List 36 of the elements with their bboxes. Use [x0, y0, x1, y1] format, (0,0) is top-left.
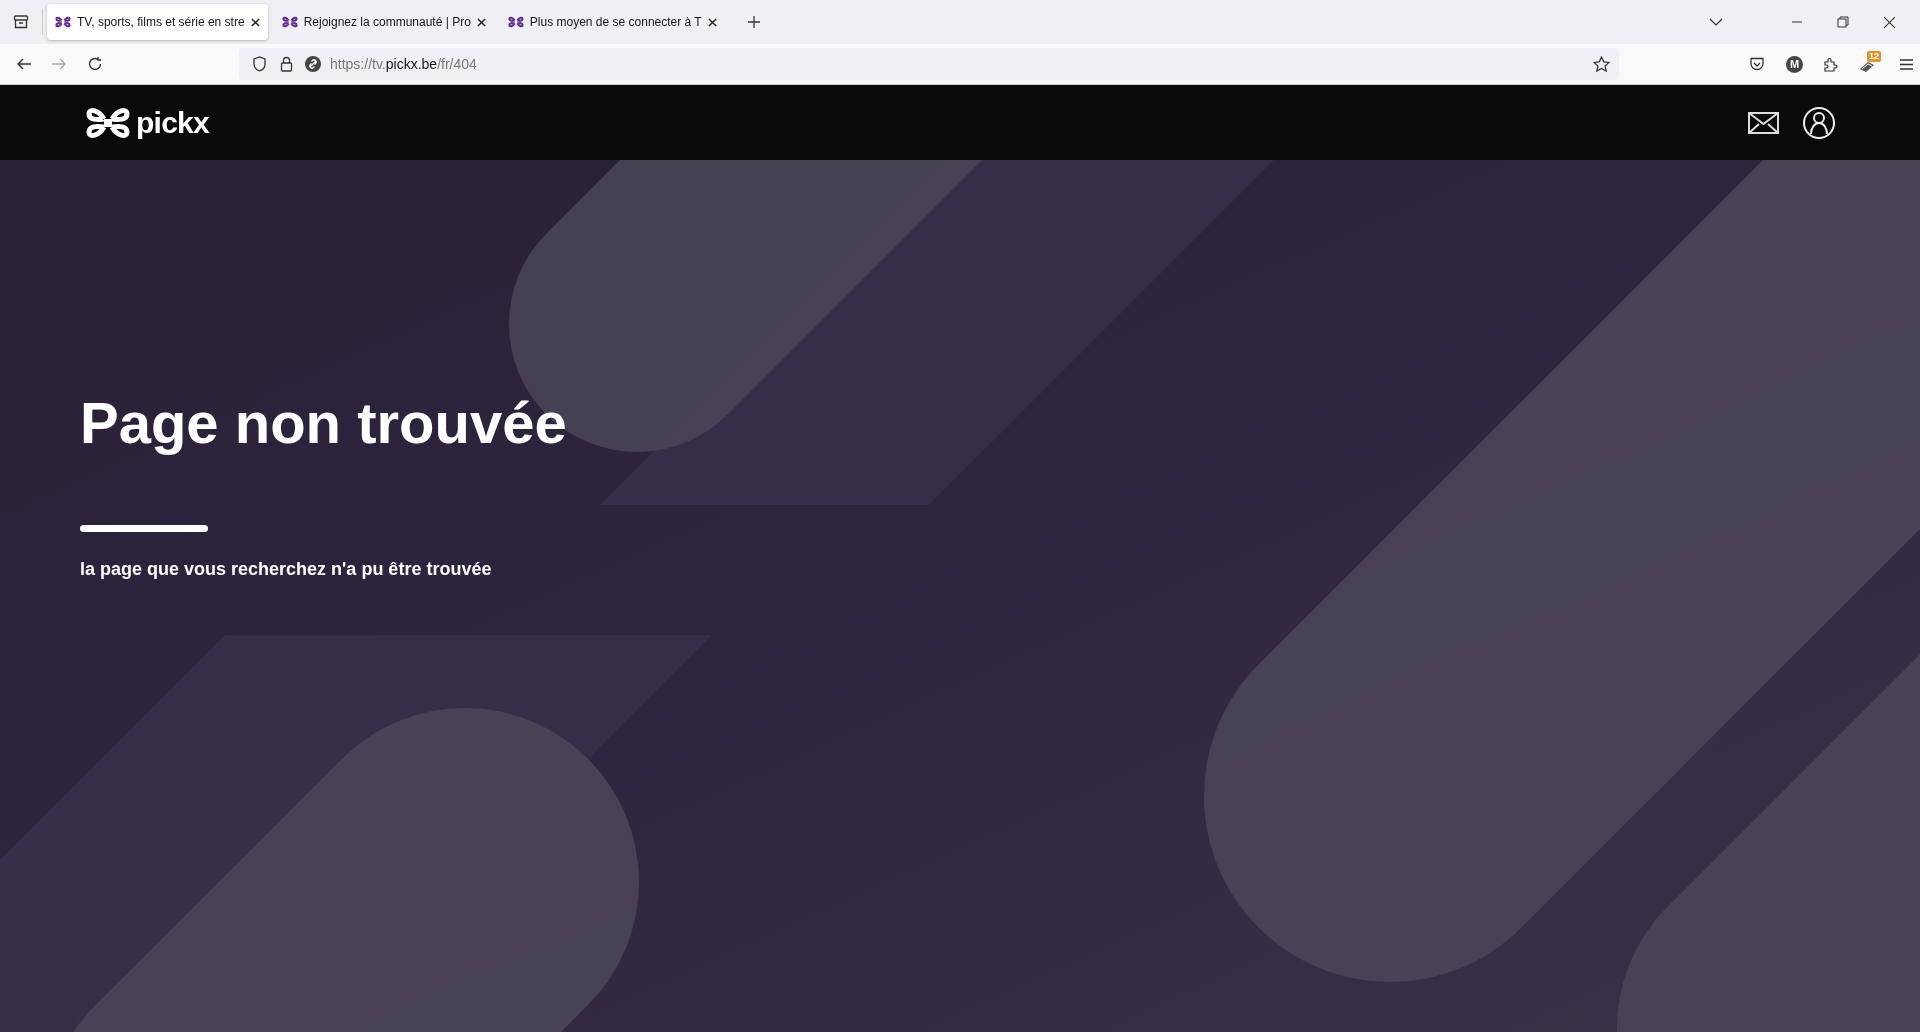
- page-title: Page non trouvée: [80, 391, 568, 455]
- close-icon[interactable]: [1883, 15, 1896, 29]
- reload-icon[interactable]: [87, 56, 103, 72]
- notification-badge: 12: [1867, 51, 1881, 62]
- back-arrow-icon[interactable]: [16, 56, 32, 72]
- close-tab-icon[interactable]: [476, 17, 486, 27]
- menu-icon[interactable]: [1899, 57, 1914, 71]
- bookmark-star-icon[interactable]: [1593, 55, 1610, 73]
- address-bar[interactable]: https://tv.pickx.be/fr/404: [239, 48, 1619, 80]
- tab-title: TV, sports, films et série en stre: [77, 14, 245, 31]
- tab-favicon-icon: [281, 14, 298, 30]
- tab-favicon-icon: [507, 14, 524, 30]
- browser-tab[interactable]: Plus moyen de se connecter à T: [499, 4, 725, 40]
- lock-icon[interactable]: [280, 56, 293, 72]
- pocket-icon[interactable]: [1749, 56, 1765, 72]
- user-profile-icon[interactable]: [1803, 106, 1835, 139]
- new-tab-icon[interactable]: [746, 15, 761, 29]
- logo[interactable]: pickx: [85, 99, 209, 146]
- tab-title: Plus moyen de se connecter à T: [529, 14, 702, 31]
- browser-tab[interactable]: Rejoignez la communauté | Pro: [273, 4, 494, 40]
- link-icon[interactable]: [305, 56, 321, 72]
- puzzle-piece-icon[interactable]: [1823, 56, 1839, 72]
- error-message: la page que vous recherchez n'a pu être trouvée: [80, 557, 493, 581]
- close-tab-icon[interactable]: [250, 17, 260, 27]
- url-text[interactable]: https://tv.pickx.be/fr/404: [330, 53, 477, 75]
- close-tab-icon[interactable]: [707, 17, 717, 27]
- account-avatar[interactable]: M: [1786, 55, 1803, 73]
- logo-text: pickx: [136, 107, 209, 138]
- extension-icon[interactable]: [1859, 60, 1875, 72]
- tab-title: Rejoignez la communauté | Pro: [303, 14, 471, 31]
- shield-icon[interactable]: [252, 56, 267, 72]
- mail-icon[interactable]: [1748, 111, 1779, 134]
- restore-icon[interactable]: [1837, 16, 1849, 28]
- tab-favicon-icon: [55, 14, 71, 30]
- tab-list-icon[interactable]: [13, 14, 29, 30]
- browser-tab[interactable]: TV, sports, films et série en stre: [47, 4, 268, 40]
